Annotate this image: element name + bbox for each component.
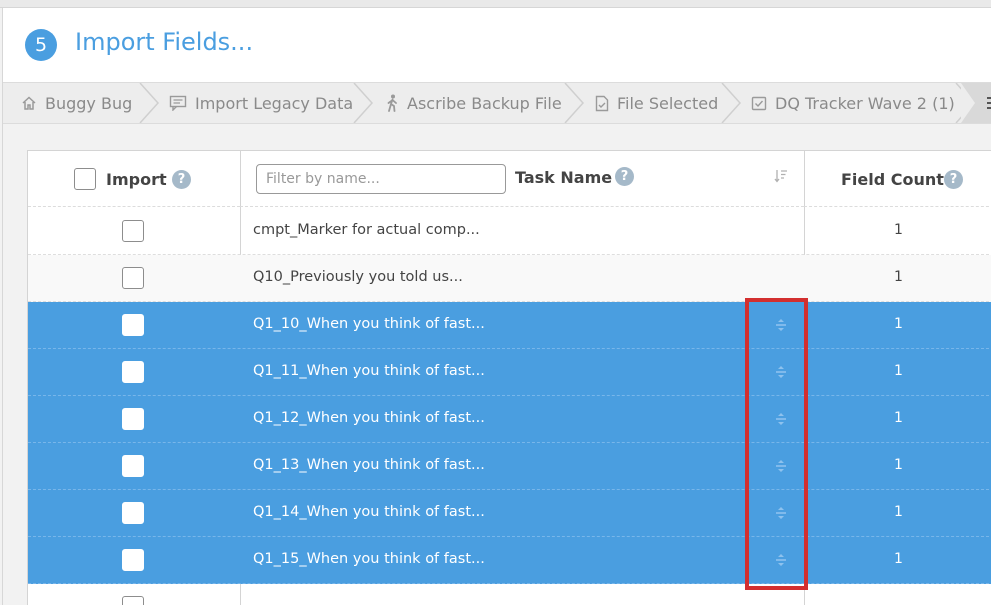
home-icon [22, 96, 36, 110]
row-checkbox[interactable] [122, 596, 144, 605]
field-count: 1 [894, 457, 903, 473]
row-checkbox[interactable] [122, 361, 144, 383]
table-row[interactable]: Q1_14_When you think of fast... 1 [28, 490, 991, 537]
table-row[interactable]: Q1_13_When you think of fast... 1 [28, 443, 991, 490]
breadcrumb-label: File Selected [617, 93, 719, 113]
filter-by-name-input[interactable] [256, 164, 506, 194]
file-check-icon [595, 95, 609, 111]
task-name: Q1_13_When you think of fast... [253, 457, 485, 473]
table-row[interactable]: cmpt_Marker for actual comp... 1 [28, 208, 991, 255]
field-count: 1 [894, 269, 903, 285]
sort-icon[interactable] [774, 169, 788, 183]
row-checkbox[interactable] [122, 549, 144, 571]
import-panel: 5 Import Fields... Buggy Bug Import Lega… [2, 8, 991, 605]
fields-table: Import ? Task Name ? Field Count ? cmpt_… [27, 150, 991, 605]
row-checkbox[interactable] [122, 408, 144, 430]
table-row[interactable]: Q10_Previously you told us... 1 [28, 255, 991, 302]
breadcrumb-item-import-legacy-data[interactable]: Import Legacy Data [169, 83, 353, 123]
field-count: 1 [894, 551, 903, 567]
step-header: 5 Import Fields... [3, 8, 991, 82]
task-name: Q10_Previously you told us... [253, 269, 463, 285]
column-header-field-count: Field Count ? [804, 151, 991, 207]
column-header-import: Import ? [28, 151, 240, 207]
field-count: 1 [894, 504, 903, 520]
help-icon[interactable]: ? [172, 170, 191, 189]
task-name: cmpt_Marker for actual comp... [253, 222, 480, 238]
help-icon[interactable]: ? [944, 170, 963, 189]
breadcrumb-item-dq-tracker-wave-2[interactable]: DQ Tracker Wave 2 (1) [751, 83, 955, 123]
row-checkbox[interactable] [122, 314, 144, 336]
table-row[interactable]: Q1_10_When you think of fast... 1 [28, 302, 991, 349]
task-name: Q1_11_When you think of fast... [253, 363, 485, 379]
row-checkbox[interactable] [122, 502, 144, 524]
task-name: Q1_12_When you think of fast... [253, 410, 485, 426]
field-count: 1 [894, 410, 903, 426]
row-checkbox[interactable] [122, 267, 144, 289]
list-icon [987, 97, 991, 109]
breadcrumb-separator [564, 83, 584, 123]
breadcrumb-label: Import Legacy Data [195, 93, 354, 113]
field-count: 1 [894, 222, 903, 238]
breadcrumb-item-buggy-bug[interactable]: Buggy Bug [21, 83, 132, 123]
breadcrumb-item-file-selected[interactable]: File Selected [595, 83, 718, 123]
breadcrumb-label: Buggy Bug [45, 93, 133, 113]
walking-person-icon [387, 94, 397, 112]
top-bar [0, 0, 991, 8]
breadcrumb: Buggy Bug Import Legacy Data Ascribe Bac… [3, 82, 991, 124]
breadcrumb-separator [721, 83, 741, 123]
help-icon[interactable]: ? [615, 167, 634, 186]
field-count: 1 [894, 316, 903, 332]
row-checkbox[interactable] [122, 455, 144, 477]
message-icon [169, 95, 187, 111]
task-name: Q1_15_When you think of fast... [253, 551, 485, 567]
task-name: Q1_14_When you think of fast... [253, 504, 485, 520]
field-count: 1 [894, 363, 903, 379]
highlight-annotation-box [745, 298, 808, 590]
column-header-import-label: Import [106, 170, 167, 189]
breadcrumb-separator [353, 83, 373, 123]
row-checkbox[interactable] [122, 220, 144, 242]
page-title: Import Fields... [75, 28, 254, 56]
task-name: Q1_10_When you think of fast... [253, 316, 485, 332]
column-header-field-count-label: Field Count [841, 170, 944, 189]
table-row[interactable] [28, 584, 991, 605]
table-area: Import ? Task Name ? Field Count ? cmpt_… [3, 124, 991, 605]
breadcrumb-label: DQ Tracker Wave 2 (1) [775, 93, 955, 113]
select-all-checkbox[interactable] [74, 168, 96, 190]
table-row[interactable]: Q1_11_When you think of fast... 1 [28, 349, 991, 396]
breadcrumb-label: Ascribe Backup File [407, 93, 562, 113]
breadcrumb-separator [139, 83, 159, 123]
table-row[interactable]: Q1_15_When you think of fast... 1 [28, 537, 991, 584]
table-row[interactable]: Q1_12_When you think of fast... 1 [28, 396, 991, 443]
breadcrumb-item-ascribe-backup-file[interactable]: Ascribe Backup File [385, 83, 562, 123]
step-number-badge: 5 [25, 29, 57, 61]
checkbox-icon [751, 96, 767, 111]
column-header-task-name-label: Task Name [515, 168, 613, 187]
